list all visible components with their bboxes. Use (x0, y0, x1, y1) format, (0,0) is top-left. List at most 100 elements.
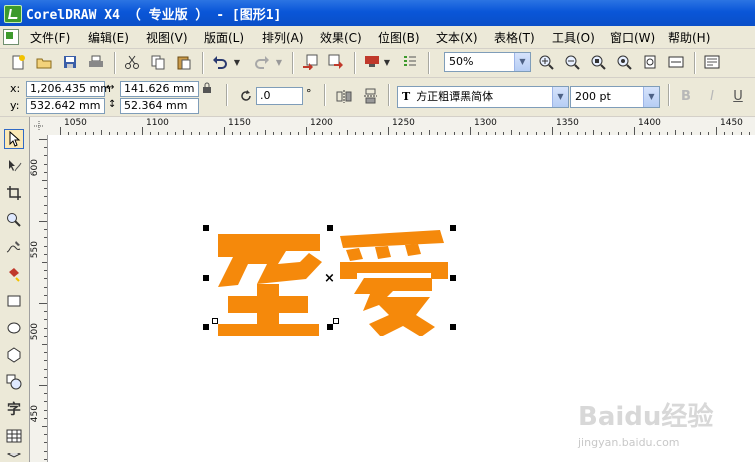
app-launcher-icon[interactable] (362, 52, 382, 72)
text-tool[interactable]: 字 (4, 399, 24, 419)
welcome-icon[interactable] (400, 52, 420, 72)
selection-handle-top-left[interactable] (203, 225, 209, 231)
menu-text[interactable]: 文本(X) (436, 29, 478, 46)
ruler-tick (39, 221, 47, 222)
chevron-down-icon[interactable]: ▼ (643, 87, 659, 107)
pick-tool-icon[interactable] (4, 129, 24, 149)
toolbar-separator (388, 84, 390, 106)
menu-table[interactable]: 表格(T) (494, 29, 535, 46)
menu-effects[interactable]: 效果(C) (320, 29, 362, 46)
crop-tool-icon[interactable] (4, 183, 24, 203)
redo-icon[interactable] (252, 52, 272, 72)
underline-icon[interactable]: U (728, 86, 748, 106)
italic-icon[interactable]: I (702, 86, 722, 106)
ruler-tick (44, 253, 47, 255)
menu-layout[interactable]: 版面(L) (204, 29, 244, 46)
copy-icon[interactable] (148, 52, 168, 72)
ruler-tick (44, 409, 47, 411)
toolbar-separator (668, 84, 670, 106)
basic-shapes-tool-icon[interactable] (4, 372, 24, 392)
ruler-tick-label: 600 (30, 159, 40, 177)
chevron-down-icon[interactable]: ▼ (514, 53, 530, 71)
interactive-tool-icon[interactable] (4, 453, 24, 462)
horizontal-ruler[interactable]: 1050 1100 1150 1200 1250 1300 1350 1400 … (48, 117, 755, 136)
rotation-field[interactable]: .0 (256, 87, 303, 105)
coreldraw-app-icon[interactable] (4, 5, 22, 23)
menu-edit[interactable]: 编辑(E) (88, 29, 129, 46)
selection-handle-bottom-center[interactable] (327, 324, 333, 330)
menu-bitmaps[interactable]: 位图(B) (378, 29, 420, 46)
menu-window[interactable]: 窗口(W) (610, 29, 655, 46)
x-position-field[interactable]: 1,206.435 mm (26, 81, 111, 97)
height-field[interactable]: 52.364 mm (120, 98, 199, 114)
table-tool-icon[interactable] (4, 426, 24, 446)
width-field[interactable]: 141.626 mm (120, 81, 199, 97)
zoom-tool-icon[interactable] (4, 210, 24, 230)
selection-handle-bottom-right[interactable] (450, 324, 456, 330)
app-launcher-dropdown-icon[interactable]: ▼ (382, 52, 392, 72)
ruler-tick (44, 450, 47, 452)
ellipse-tool-icon[interactable] (4, 318, 24, 338)
menu-help[interactable]: 帮助(H) (668, 29, 710, 46)
ruler-tick (44, 294, 47, 296)
options-icon[interactable] (702, 52, 722, 72)
redo-dropdown-icon[interactable]: ▼ (274, 52, 284, 72)
selection-handle-middle-left[interactable] (203, 275, 209, 281)
ruler-origin-icon[interactable] (30, 117, 49, 136)
zoom-out-icon[interactable] (562, 52, 582, 72)
vertical-ruler[interactable]: 600 550 500 450 (30, 135, 48, 462)
mirror-vertical-icon[interactable] (360, 86, 380, 106)
watermark-main-text: Baidu经验 (578, 402, 714, 432)
font-name-select[interactable]: T 方正粗谭黑简体 ▼ (397, 86, 569, 108)
y-position-field[interactable]: 532.642 mm (26, 98, 105, 114)
rectangle-tool-icon[interactable] (4, 291, 24, 311)
menu-file[interactable]: 文件(F) (30, 29, 70, 46)
toolbar-separator (324, 84, 326, 106)
menu-arrange[interactable]: 排列(A) (262, 29, 304, 46)
menu-tools[interactable]: 工具(O) (552, 29, 595, 46)
property-bar: x: 1,206.435 mm y: 532.642 mm ↔ 141.626 … (0, 78, 755, 117)
selection-handle-top-right[interactable] (450, 225, 456, 231)
chevron-down-icon[interactable]: ▼ (552, 87, 568, 107)
ruler-tick-label: 1400 (638, 118, 661, 128)
freehand-tool-icon[interactable] (4, 237, 24, 257)
bold-icon[interactable]: B (676, 86, 696, 106)
print-icon[interactable] (86, 52, 106, 72)
rotate-icon (236, 86, 256, 106)
ruler-tick-label: 1200 (310, 118, 333, 128)
rotation-center-marker[interactable]: × (324, 271, 335, 286)
paste-icon[interactable] (174, 52, 194, 72)
font-size-select[interactable]: 200 pt ▼ (570, 86, 660, 108)
open-icon[interactable] (34, 52, 54, 72)
undo-dropdown-icon[interactable]: ▼ (232, 52, 242, 72)
undo-icon[interactable] (210, 52, 230, 72)
zoom-selected-icon[interactable] (588, 52, 608, 72)
text-node-marker[interactable] (333, 318, 339, 324)
ruler-tick (142, 127, 143, 135)
zoom-all-icon[interactable] (614, 52, 634, 72)
menu-view[interactable]: 视图(V) (146, 29, 188, 46)
mirror-horizontal-icon[interactable] (334, 86, 354, 106)
ruler-tick (39, 303, 47, 304)
document-icon[interactable] (3, 29, 19, 45)
text-node-marker[interactable] (212, 318, 218, 324)
shape-tool-icon[interactable] (4, 156, 24, 176)
cut-icon[interactable] (122, 52, 142, 72)
selection-handle-middle-right[interactable] (450, 275, 456, 281)
ruler-tick (44, 434, 47, 436)
zoom-width-icon[interactable] (666, 52, 686, 72)
ruler-tick-label: 1300 (474, 118, 497, 128)
new-icon[interactable] (8, 52, 28, 72)
lock-ratio-icon[interactable] (200, 81, 214, 95)
zoom-in-icon[interactable] (536, 52, 556, 72)
zoom-page-icon[interactable] (640, 52, 660, 72)
selection-handle-bottom-left[interactable] (203, 324, 209, 330)
import-icon[interactable] (300, 52, 320, 72)
export-icon[interactable] (326, 52, 346, 72)
save-icon[interactable] (60, 52, 80, 72)
toolbar-separator (292, 52, 294, 74)
polygon-tool-icon[interactable] (4, 345, 24, 365)
zoom-level-select[interactable]: 50% ▼ (444, 52, 531, 72)
smart-fill-tool-icon[interactable] (4, 264, 24, 284)
selection-handle-top-center[interactable] (327, 225, 333, 231)
